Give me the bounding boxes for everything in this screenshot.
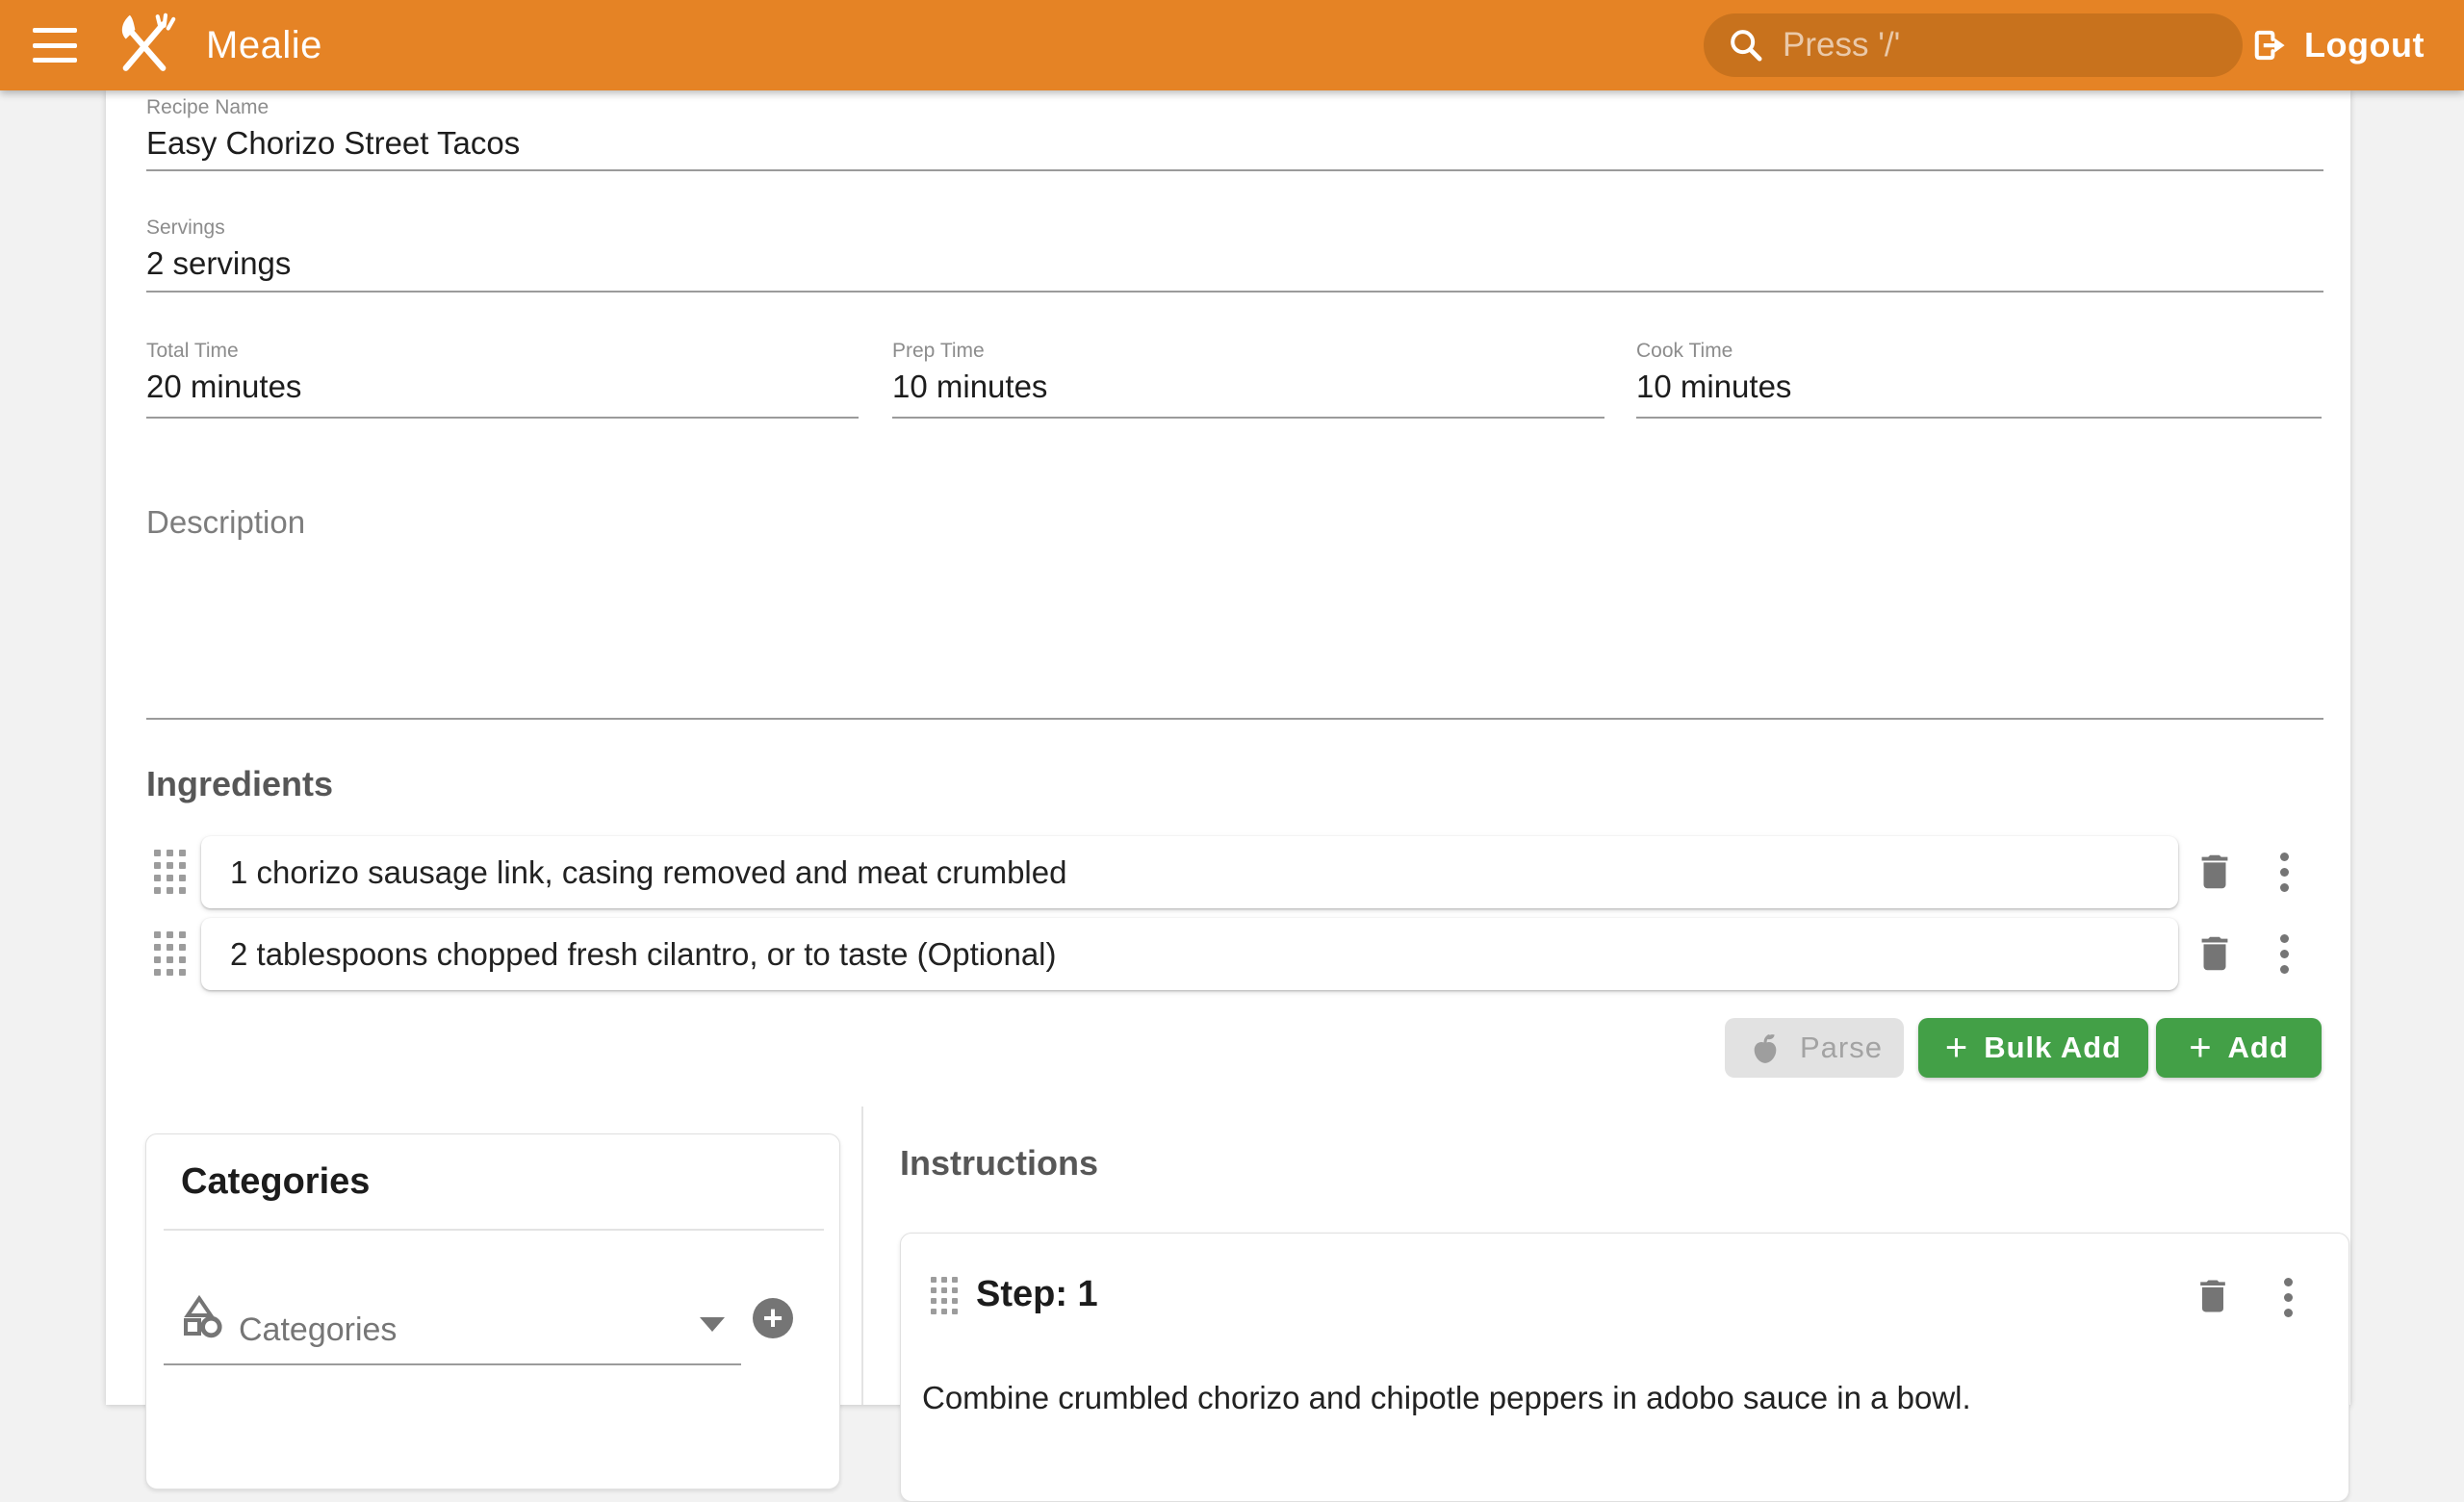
kebab-menu-icon <box>2284 1278 2293 1317</box>
logout-icon <box>2248 25 2289 65</box>
kebab-menu-icon <box>2280 853 2289 892</box>
delete-ingredient-button[interactable] <box>2193 850 2237 894</box>
bulk-add-button[interactable]: + Bulk Add <box>1918 1018 2148 1078</box>
servings-input[interactable]: 2 servings <box>146 245 291 282</box>
bulk-add-label: Bulk Add <box>1984 1031 2121 1065</box>
categories-select[interactable]: Categories <box>239 1311 397 1349</box>
parse-button[interactable]: Parse <box>1725 1018 1904 1078</box>
add-label: Add <box>2228 1031 2289 1065</box>
ingredient-menu-button[interactable] <box>2262 931 2306 976</box>
logout-button[interactable]: Logout <box>2248 0 2425 90</box>
recipe-editor-card: Recipe Name Easy Chorizo Street Tacos Se… <box>106 90 2350 1405</box>
trash-icon <box>2193 850 2237 894</box>
plus-icon: + <box>1945 1029 1968 1067</box>
ingredient-input[interactable]: 2 tablespoons chopped fresh cilantro, or… <box>201 918 2178 990</box>
menu-icon[interactable] <box>33 28 77 63</box>
ingredient-input[interactable]: 1 chorizo sausage link, casing removed a… <box>201 836 2178 908</box>
servings-underline <box>146 291 2323 293</box>
recipe-name-input[interactable]: Easy Chorizo Street Tacos <box>146 125 520 162</box>
description-underline <box>146 718 2323 720</box>
parse-label: Parse <box>1800 1031 1883 1065</box>
instructions-heading: Instructions <box>900 1143 1098 1184</box>
ingredient-menu-button[interactable] <box>2262 850 2306 894</box>
step-card: Step: 1 Combine crumbled chorizo and chi… <box>900 1233 2349 1502</box>
add-ingredient-button[interactable]: + Add <box>2156 1018 2322 1078</box>
app-header: Mealie Logout <box>0 0 2464 90</box>
step-title: Step: 1 <box>976 1274 1098 1315</box>
apple-icon <box>1746 1029 1784 1067</box>
total-time-underline <box>146 417 859 419</box>
prep-time-input[interactable]: 10 minutes <box>892 369 1047 405</box>
categories-divider <box>164 1229 824 1231</box>
trash-icon <box>2192 1275 2234 1317</box>
description-label: Description <box>146 504 305 541</box>
prep-time-underline <box>892 417 1604 419</box>
delete-step-button[interactable] <box>2191 1274 2235 1318</box>
trash-icon <box>2193 931 2237 976</box>
plus-icon: + <box>2189 1029 2212 1067</box>
step-text-input[interactable]: Combine crumbled chorizo and chipotle pe… <box>922 1380 2327 1416</box>
logout-label: Logout <box>2304 25 2425 65</box>
search-icon <box>1727 26 1765 64</box>
description-textarea[interactable] <box>146 543 2323 716</box>
cook-time-label: Cook Time <box>1636 340 1732 363</box>
categories-title: Categories <box>181 1161 370 1203</box>
ingredients-heading: Ingredients <box>146 764 333 804</box>
section-divider <box>861 1107 863 1405</box>
mealie-logo-icon <box>112 13 177 81</box>
search-input[interactable] <box>1781 25 2233 65</box>
cook-time-input[interactable]: 10 minutes <box>1636 369 1791 405</box>
step-menu-button[interactable] <box>2266 1275 2310 1319</box>
search-bar[interactable] <box>1704 13 2243 77</box>
plus-icon: + <box>762 1301 783 1336</box>
total-time-input[interactable]: 20 minutes <box>146 369 301 405</box>
servings-label: Servings <box>146 216 225 240</box>
prep-time-label: Prep Time <box>892 340 985 363</box>
drag-handle-icon[interactable] <box>154 850 186 894</box>
chevron-down-icon[interactable] <box>700 1317 725 1332</box>
categories-select-underline <box>164 1363 741 1365</box>
categories-card: Categories Categories + <box>145 1133 840 1489</box>
shapes-icon[interactable] <box>178 1292 224 1338</box>
kebab-menu-icon <box>2280 934 2289 974</box>
drag-handle-icon[interactable] <box>154 931 186 976</box>
add-category-button[interactable]: + <box>753 1298 793 1338</box>
delete-ingredient-button[interactable] <box>2193 931 2237 976</box>
cook-time-underline <box>1636 417 2322 419</box>
recipe-name-underline <box>146 169 2323 171</box>
total-time-label: Total Time <box>146 340 239 363</box>
drag-handle-icon[interactable] <box>931 1277 958 1314</box>
app-title: Mealie <box>206 0 322 90</box>
recipe-name-label: Recipe Name <box>146 96 269 119</box>
